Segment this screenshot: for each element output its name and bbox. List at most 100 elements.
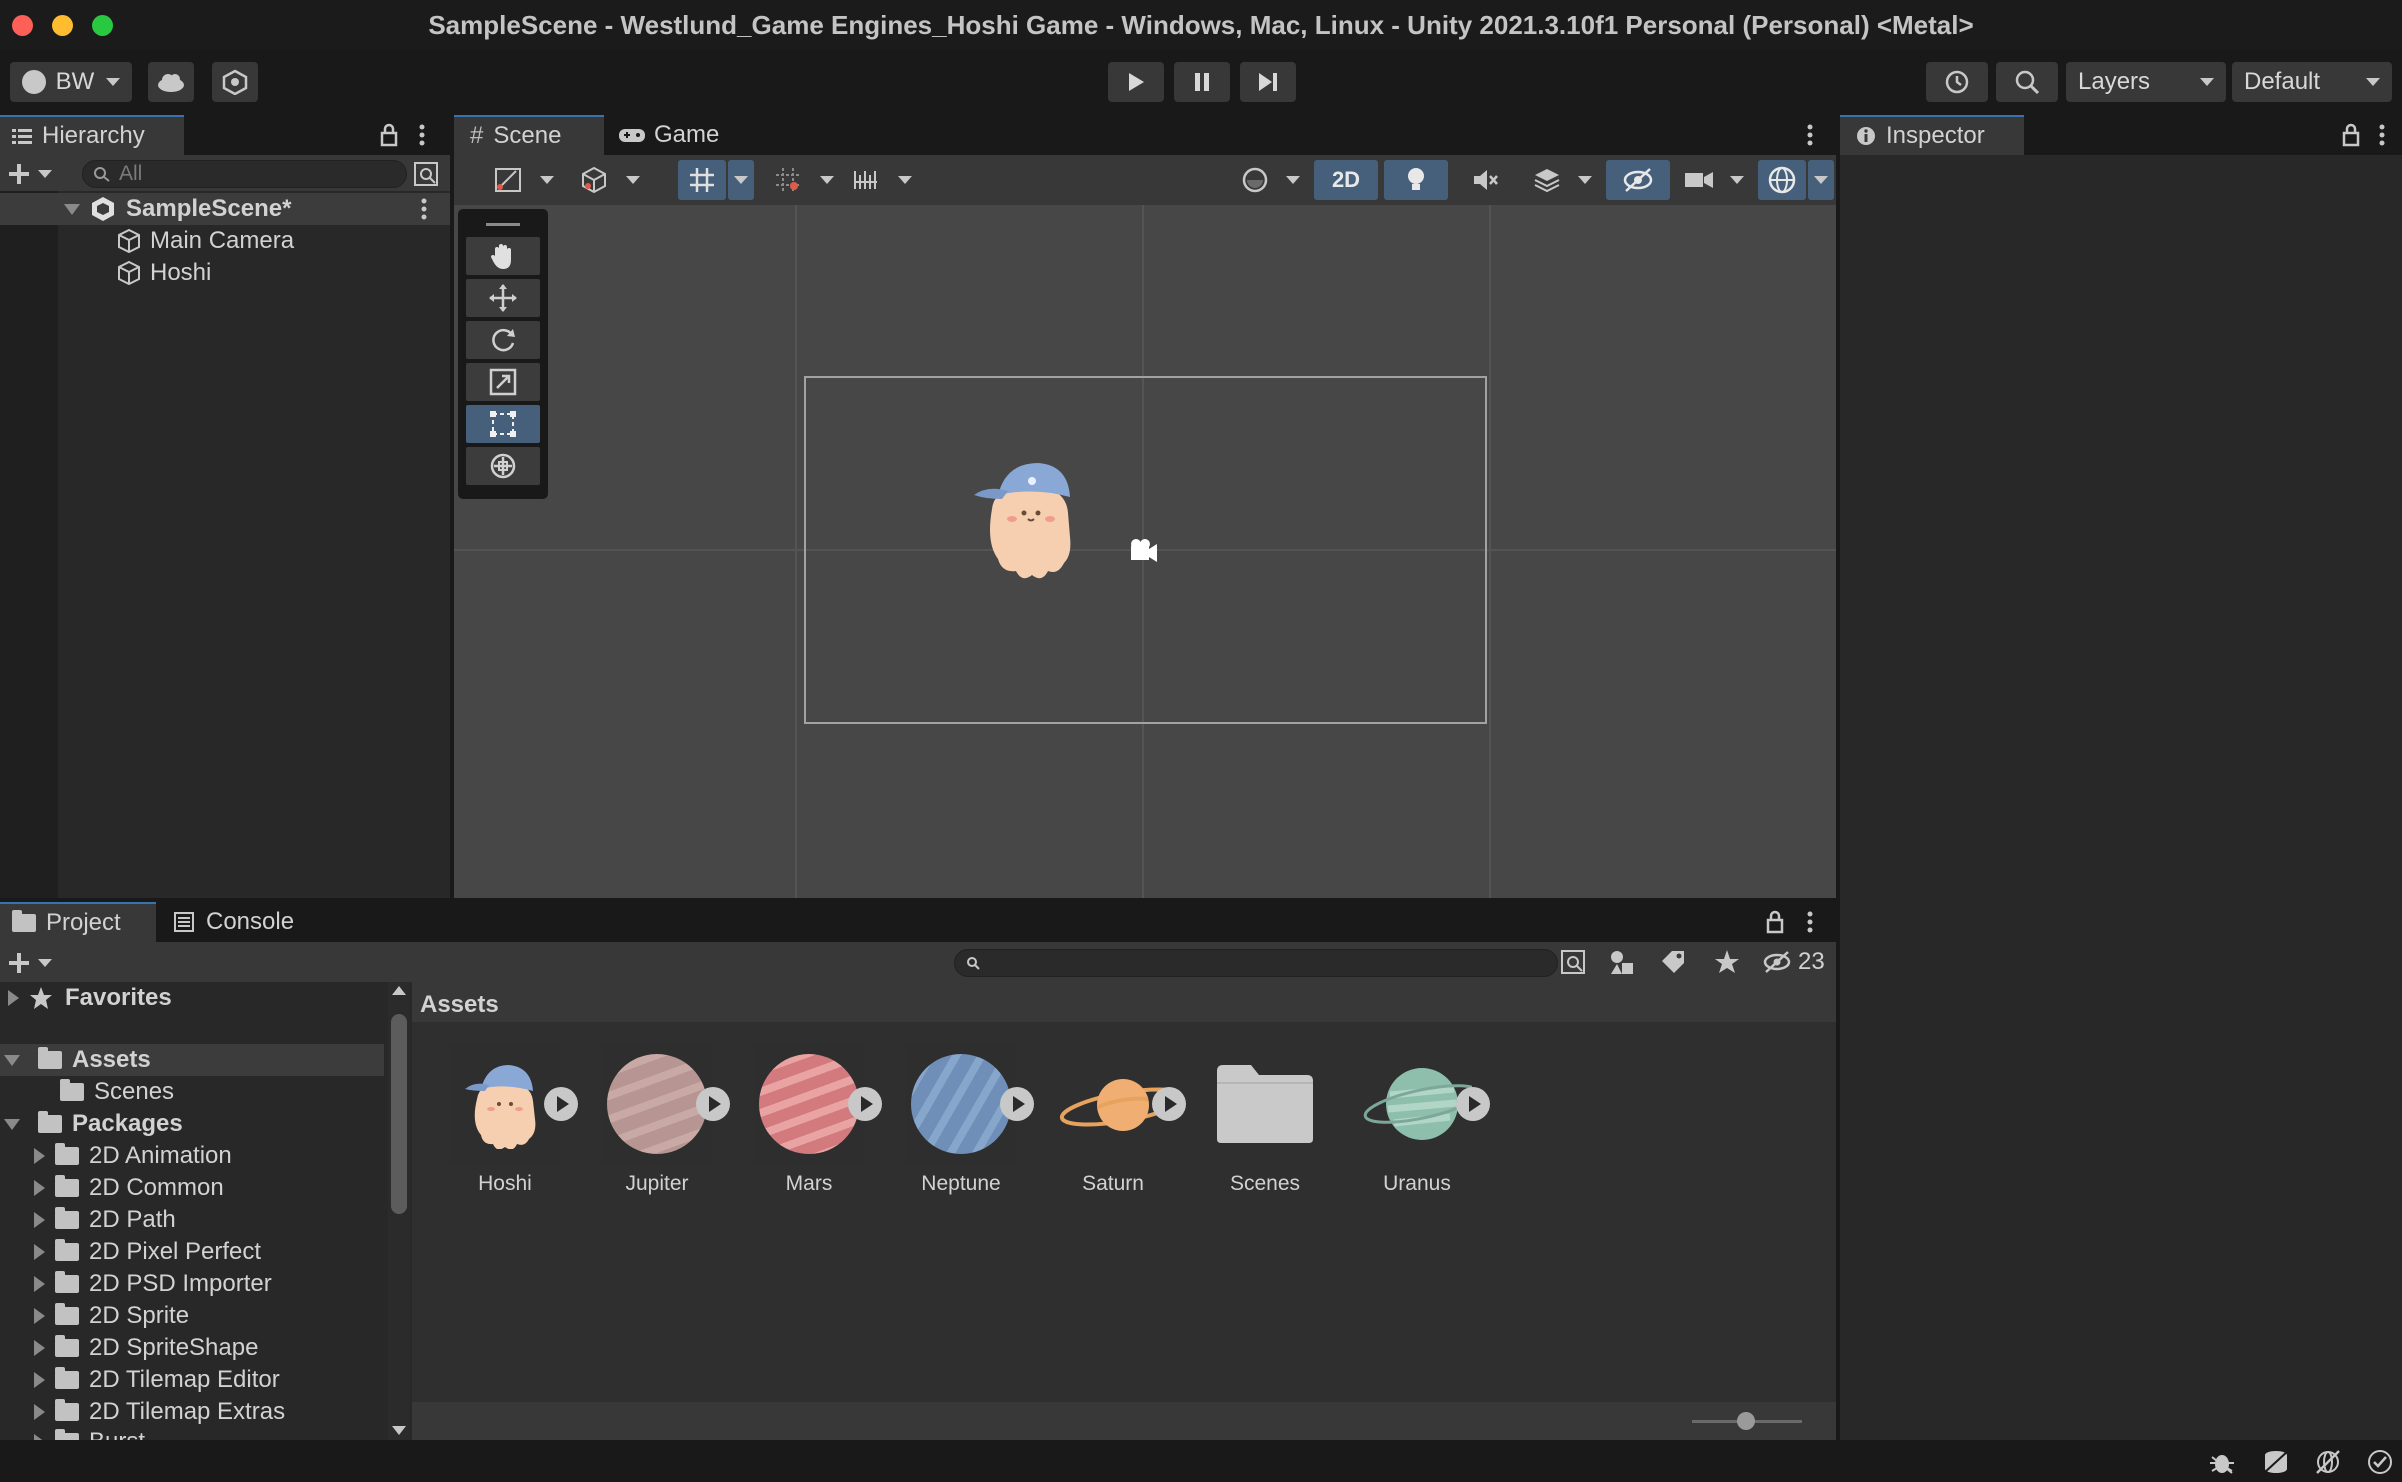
expand-arrow-icon[interactable] bbox=[4, 1054, 20, 1066]
asset-item[interactable]: Saturn bbox=[1048, 1044, 1186, 1196]
pause-button[interactable] bbox=[1174, 62, 1230, 102]
toggle-2d-button[interactable]: 2D bbox=[1314, 160, 1378, 200]
camera-button[interactable] bbox=[1676, 160, 1722, 200]
lighting-toggle[interactable] bbox=[1384, 160, 1448, 200]
checkmark-circle-icon[interactable] bbox=[2366, 1448, 2394, 1476]
package-item[interactable]: 2D Tilemap Editor bbox=[0, 1364, 280, 1396]
asset-item[interactable]: Jupiter bbox=[592, 1044, 730, 1196]
scene-viewport[interactable] bbox=[454, 205, 1836, 898]
lock-icon[interactable] bbox=[380, 123, 398, 147]
cache-server-icon[interactable] bbox=[2262, 1449, 2290, 1475]
transform-tool-button[interactable] bbox=[466, 447, 540, 485]
project-search-input[interactable] bbox=[954, 949, 1558, 977]
more-options-icon[interactable] bbox=[1806, 123, 1814, 147]
package-item[interactable]: Burst bbox=[0, 1426, 145, 1440]
increment-snap-dropdown[interactable] bbox=[814, 160, 840, 200]
expand-sprite-button[interactable] bbox=[1456, 1087, 1490, 1121]
asset-item[interactable]: Hoshi bbox=[440, 1044, 578, 1196]
tab-project[interactable]: Project bbox=[0, 902, 156, 942]
expand-arrow-icon[interactable] bbox=[4, 1118, 20, 1130]
scroll-up-arrow-icon[interactable] bbox=[392, 986, 406, 995]
move-tool-button[interactable] bbox=[466, 279, 540, 317]
cloud-button[interactable] bbox=[148, 62, 194, 102]
package-item[interactable]: 2D Common bbox=[0, 1172, 224, 1204]
rotate-tool-button[interactable] bbox=[466, 321, 540, 359]
hoshi-sprite[interactable] bbox=[972, 451, 1092, 585]
undo-history-button[interactable] bbox=[1926, 62, 1988, 102]
tab-scene[interactable]: # Scene bbox=[454, 115, 604, 155]
hierarchy-search-input[interactable]: All bbox=[82, 160, 407, 188]
drag-handle[interactable] bbox=[486, 223, 520, 226]
expand-arrow-icon[interactable] bbox=[34, 1404, 45, 1420]
step-button[interactable] bbox=[1240, 62, 1296, 102]
package-item[interactable]: 2D Animation bbox=[0, 1140, 232, 1172]
hidden-packages-toggle[interactable]: 23 bbox=[1762, 947, 1832, 977]
effects-toggle[interactable] bbox=[1524, 160, 1570, 200]
tab-console[interactable]: Console bbox=[160, 902, 320, 942]
package-item[interactable]: 2D Pixel Perfect bbox=[0, 1236, 261, 1268]
expand-sprite-button[interactable] bbox=[696, 1087, 730, 1121]
expand-arrow-icon[interactable] bbox=[34, 1276, 45, 1292]
expand-sprite-button[interactable] bbox=[848, 1087, 882, 1121]
draw-mode-button[interactable] bbox=[484, 160, 532, 200]
ruler-button[interactable] bbox=[842, 160, 890, 200]
scrollbar-thumb[interactable] bbox=[391, 1014, 407, 1214]
hierarchy-item[interactable]: Main Camera bbox=[0, 225, 294, 257]
expand-sprite-button[interactable] bbox=[544, 1087, 578, 1121]
account-dropdown[interactable]: BW bbox=[10, 62, 132, 102]
hierarchy-item[interactable]: Hoshi bbox=[0, 257, 211, 289]
folder-tree-scrollbar[interactable] bbox=[388, 982, 410, 1440]
bug-icon[interactable] bbox=[2208, 1449, 2236, 1475]
expand-sprite-button[interactable] bbox=[1000, 1087, 1034, 1121]
grid-snap-button[interactable] bbox=[678, 160, 726, 200]
camera-dropdown[interactable] bbox=[1724, 160, 1750, 200]
favorites-row[interactable]: Favorites bbox=[0, 982, 172, 1014]
increment-snap-button[interactable] bbox=[764, 160, 812, 200]
package-item[interactable]: 2D Sprite bbox=[0, 1300, 189, 1332]
package-item[interactable]: 2D PSD Importer bbox=[0, 1268, 272, 1300]
hand-tool-button[interactable] bbox=[466, 237, 540, 275]
layers-dropdown[interactable]: Layers bbox=[2066, 62, 2226, 102]
layout-dropdown[interactable]: Default bbox=[2232, 62, 2392, 102]
draw-mode-dropdown[interactable] bbox=[534, 160, 560, 200]
asset-item[interactable]: Scenes bbox=[1200, 1044, 1330, 1196]
effects-dropdown[interactable] bbox=[1572, 160, 1598, 200]
gizmos-button[interactable] bbox=[1758, 160, 1806, 200]
asset-item[interactable]: Uranus bbox=[1352, 1044, 1490, 1196]
scroll-down-arrow-icon[interactable] bbox=[392, 1426, 406, 1435]
asset-item[interactable]: Neptune bbox=[896, 1044, 1034, 1196]
tab-inspector[interactable]: Inspector bbox=[1840, 115, 2024, 155]
asset-breadcrumb[interactable]: Assets bbox=[412, 982, 1836, 1022]
folder-item[interactable]: Scenes bbox=[0, 1076, 174, 1108]
asset-item[interactable]: Mars bbox=[744, 1044, 882, 1196]
package-item[interactable]: 2D Tilemap Extras bbox=[0, 1396, 285, 1428]
expand-arrow-icon[interactable] bbox=[34, 1244, 45, 1260]
expand-arrow-icon[interactable] bbox=[34, 1340, 45, 1356]
packages-row[interactable]: Packages bbox=[0, 1108, 183, 1140]
expand-arrow-icon[interactable] bbox=[34, 1180, 45, 1196]
grid-snap-dropdown[interactable] bbox=[728, 160, 754, 200]
play-button[interactable] bbox=[1108, 62, 1164, 102]
camera-gizmo-icon[interactable] bbox=[1129, 538, 1159, 564]
more-options-icon[interactable] bbox=[418, 123, 426, 147]
label-tag-icon[interactable] bbox=[1660, 949, 1686, 975]
expand-arrow-icon[interactable] bbox=[8, 990, 19, 1006]
zoom-slider-thumb[interactable] bbox=[1737, 1412, 1755, 1430]
more-options-icon[interactable] bbox=[1806, 910, 1814, 934]
expand-arrow-icon[interactable] bbox=[64, 203, 80, 215]
package-item[interactable]: 2D SpriteShape bbox=[0, 1332, 258, 1364]
expand-arrow-icon[interactable] bbox=[34, 1148, 45, 1164]
shading-dropdown[interactable] bbox=[620, 160, 646, 200]
create-button[interactable] bbox=[8, 161, 60, 187]
more-options-icon[interactable] bbox=[2378, 123, 2386, 147]
search-button[interactable] bbox=[1996, 62, 2058, 102]
search-scope-icon[interactable] bbox=[1560, 949, 1586, 975]
search-scope-icon[interactable] bbox=[413, 161, 439, 187]
ruler-dropdown[interactable] bbox=[892, 160, 918, 200]
render-mode-button[interactable] bbox=[1232, 160, 1278, 200]
lock-icon[interactable] bbox=[2342, 123, 2360, 147]
expand-arrow-icon[interactable] bbox=[34, 1372, 45, 1388]
more-options-icon[interactable] bbox=[420, 197, 428, 221]
expand-arrow-icon[interactable] bbox=[34, 1212, 45, 1228]
gizmos-dropdown[interactable] bbox=[1808, 160, 1834, 200]
